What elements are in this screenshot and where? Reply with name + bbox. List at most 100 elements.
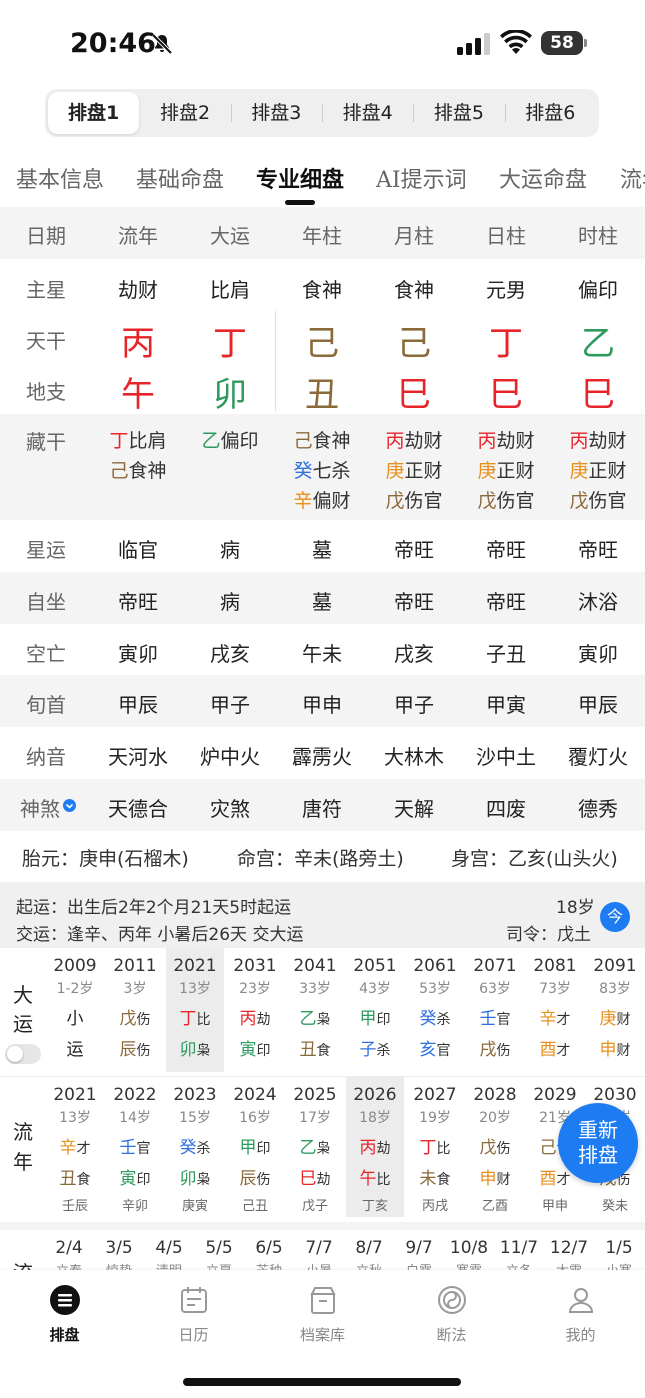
dayun-age: 43岁: [359, 981, 391, 997]
dayun-ganzhi: 甲印: [359, 1009, 391, 1029]
label-kongwang: 空亡: [26, 642, 66, 666]
siling-text: 司令：戊土: [506, 925, 591, 945]
liunian-age: 15岁: [179, 1110, 211, 1126]
tab-pro-chart[interactable]: 专业细盘: [256, 162, 344, 194]
zizuo-cell: 帝旺: [486, 590, 526, 614]
profile-icon: [568, 1288, 593, 1313]
liunian-xiaoyun: 己丑: [241, 1199, 268, 1214]
shensha-cell: 天德合: [108, 797, 168, 821]
column-divider: [275, 311, 276, 411]
dayun-age: 63岁: [479, 981, 511, 997]
nav-calendar[interactable]: 日历: [129, 1270, 258, 1360]
canggan-item: 庚正财: [477, 460, 535, 482]
xunshou-cell: 甲寅: [486, 693, 526, 717]
nav-archive[interactable]: 档案库: [258, 1270, 387, 1360]
dayun-ganzhi: 辛才: [539, 1009, 571, 1029]
header-year-pillar: 年柱: [302, 224, 342, 248]
nav-profile[interactable]: 我的: [516, 1270, 645, 1360]
battery-level: 58: [541, 31, 583, 55]
jieqi-date: 12/7: [549, 1238, 589, 1258]
liunian-xiaoyun: 丁亥: [361, 1199, 388, 1214]
dayun-column[interactable]: 2021 13岁 丁比 卯枭: [166, 948, 224, 1072]
dizhi-hour: 巳: [581, 375, 615, 415]
shengong-text: 身宫：乙亥(山头火): [451, 848, 618, 870]
nav-paipan[interactable]: 排盘: [0, 1270, 129, 1360]
dayun-ganzhi: 子杀: [359, 1040, 391, 1060]
dayun-column[interactable]: 2051 43岁 甲印 子杀: [346, 948, 404, 1072]
dayun-column[interactable]: 2091 83岁 庚财 申财: [586, 948, 644, 1072]
tab-chart-5[interactable]: 排盘5: [413, 92, 504, 134]
dizhi-liunian: 午: [121, 375, 155, 415]
liunian-column[interactable]: 2024 16岁 甲印 辰伤 己丑: [226, 1077, 284, 1217]
dayun-column[interactable]: 2009 1-2岁小运: [46, 948, 104, 1072]
liunian-column[interactable]: 2028 20岁 戊伤 申财 乙酉: [466, 1077, 524, 1217]
dayun-age: 3岁: [123, 981, 147, 997]
tab-dayun-chart[interactable]: 大运命盘: [499, 162, 587, 194]
tab-chart-3[interactable]: 排盘3: [230, 92, 322, 134]
liunian-label-2: 年: [13, 1150, 33, 1174]
shensha-row[interactable]: 神煞 天德合 灾煞 唐符 天解 四废 德秀: [0, 779, 645, 831]
dayun-year: 2011: [113, 956, 157, 976]
calendar-icon: [180, 1287, 207, 1313]
liunian-column[interactable]: 2022 14岁 壬官 寅印 辛卯: [106, 1077, 164, 1217]
dayun-column[interactable]: 2081 73岁 辛才 酉才: [526, 948, 584, 1072]
canggan-item: 乙偏印: [201, 430, 259, 452]
liunian-year: 2026: [353, 1085, 397, 1105]
kongwang-row: 空亡 寅卯 戌亥 午未 戌亥 子丑 寅卯: [0, 624, 645, 675]
expand-chevron-icon[interactable]: [63, 799, 76, 812]
canggan-item: 癸七杀: [293, 460, 351, 482]
label-nayin: 纳音: [26, 745, 66, 769]
liunian-year: 2023: [173, 1085, 217, 1105]
tab-chart-2[interactable]: 排盘2: [139, 92, 230, 134]
jieqi-date: 11/7: [499, 1238, 539, 1258]
tab-basic-info[interactable]: 基本信息: [16, 162, 104, 194]
nav-duanfa[interactable]: 断法: [387, 1270, 516, 1360]
liunian-column[interactable]: 2025 17岁 乙枭 巳劫 戊子: [286, 1077, 344, 1217]
dayun-ganzhi: 卯枭: [179, 1040, 211, 1060]
dayun-column[interactable]: 2011 3岁 戊伤 辰伤: [106, 948, 164, 1072]
header-dayun: 大运: [210, 224, 250, 248]
tab-chart-4[interactable]: 排盘4: [321, 92, 413, 134]
dayun-column[interactable]: 2061 53岁 癸杀 亥官: [406, 948, 464, 1072]
liunian-xiaoyun: 壬辰: [61, 1199, 88, 1214]
dayun-column[interactable]: 2041 33岁 乙枭 丑食: [286, 948, 344, 1072]
shensha-cell: 四废: [486, 797, 526, 821]
canggan-item: 丙劫财: [569, 430, 627, 452]
liunian-column[interactable]: 2027 19岁 丁比 未食 丙戌: [406, 1077, 464, 1217]
xunshou-cell: 甲子: [210, 693, 250, 717]
xunshou-row: 旬首 甲辰 甲子 甲申 甲子 甲寅 甲辰: [0, 675, 645, 727]
today-button[interactable]: 今: [600, 902, 630, 932]
dayun-year: 2041: [293, 956, 337, 976]
zizuo-row: 自坐 帝旺 病 墓 帝旺 帝旺 沐浴: [0, 572, 645, 624]
reset-chart-button[interactable]: 重新 排盘: [558, 1103, 638, 1183]
tab-chart-1[interactable]: 排盘1: [48, 92, 140, 134]
tiangan-year: 己: [305, 324, 339, 364]
zizuo-cell: 沐浴: [578, 590, 618, 614]
dayun-ganzhi: 丙劫: [239, 1009, 271, 1029]
liunian-year: 2030: [593, 1085, 637, 1105]
liunian-column[interactable]: 2021 13岁 辛才 丑食 壬辰: [46, 1077, 104, 1217]
wifi-icon: [500, 30, 532, 54]
dayun-column[interactable]: 2031 23岁 丙劫 寅印: [226, 948, 284, 1072]
zhuxing-hour: 偏印: [578, 278, 618, 302]
tab-liunian[interactable]: 流年: [620, 162, 645, 194]
liunian-ganzhi: 寅印: [119, 1169, 151, 1189]
liunian-ganzhi: 乙枭: [299, 1138, 331, 1158]
dayun-age: 1-2岁: [56, 981, 94, 997]
tiangan-dayun: 丁: [213, 324, 247, 364]
liunian-xiaoyun: 丙戌: [421, 1199, 448, 1214]
liunian-age: 20岁: [479, 1110, 511, 1126]
tab-chart-6[interactable]: 排盘6: [504, 92, 596, 134]
jieqi-date: 4/5: [155, 1238, 183, 1258]
dayun-column[interactable]: 2071 63岁 壬官 戌伤: [466, 948, 524, 1072]
nayin-cell: 覆灯火: [568, 745, 628, 769]
dayun-age: 13岁: [179, 981, 211, 997]
liunian-column[interactable]: 2026 18岁 丙劫 午比 丁亥: [346, 1077, 404, 1217]
tab-basic-chart[interactable]: 基础命盘: [136, 162, 224, 194]
active-tab-indicator: [285, 200, 315, 205]
liunian-column[interactable]: 2023 15岁 癸杀 卯枭 庚寅: [166, 1077, 224, 1217]
canggan-item: 戊伤官: [569, 490, 627, 512]
dayun-toggle[interactable]: [5, 1044, 41, 1064]
jieqi-date: 1/5: [605, 1238, 633, 1258]
tab-ai-prompt[interactable]: AI提示词: [376, 162, 467, 194]
